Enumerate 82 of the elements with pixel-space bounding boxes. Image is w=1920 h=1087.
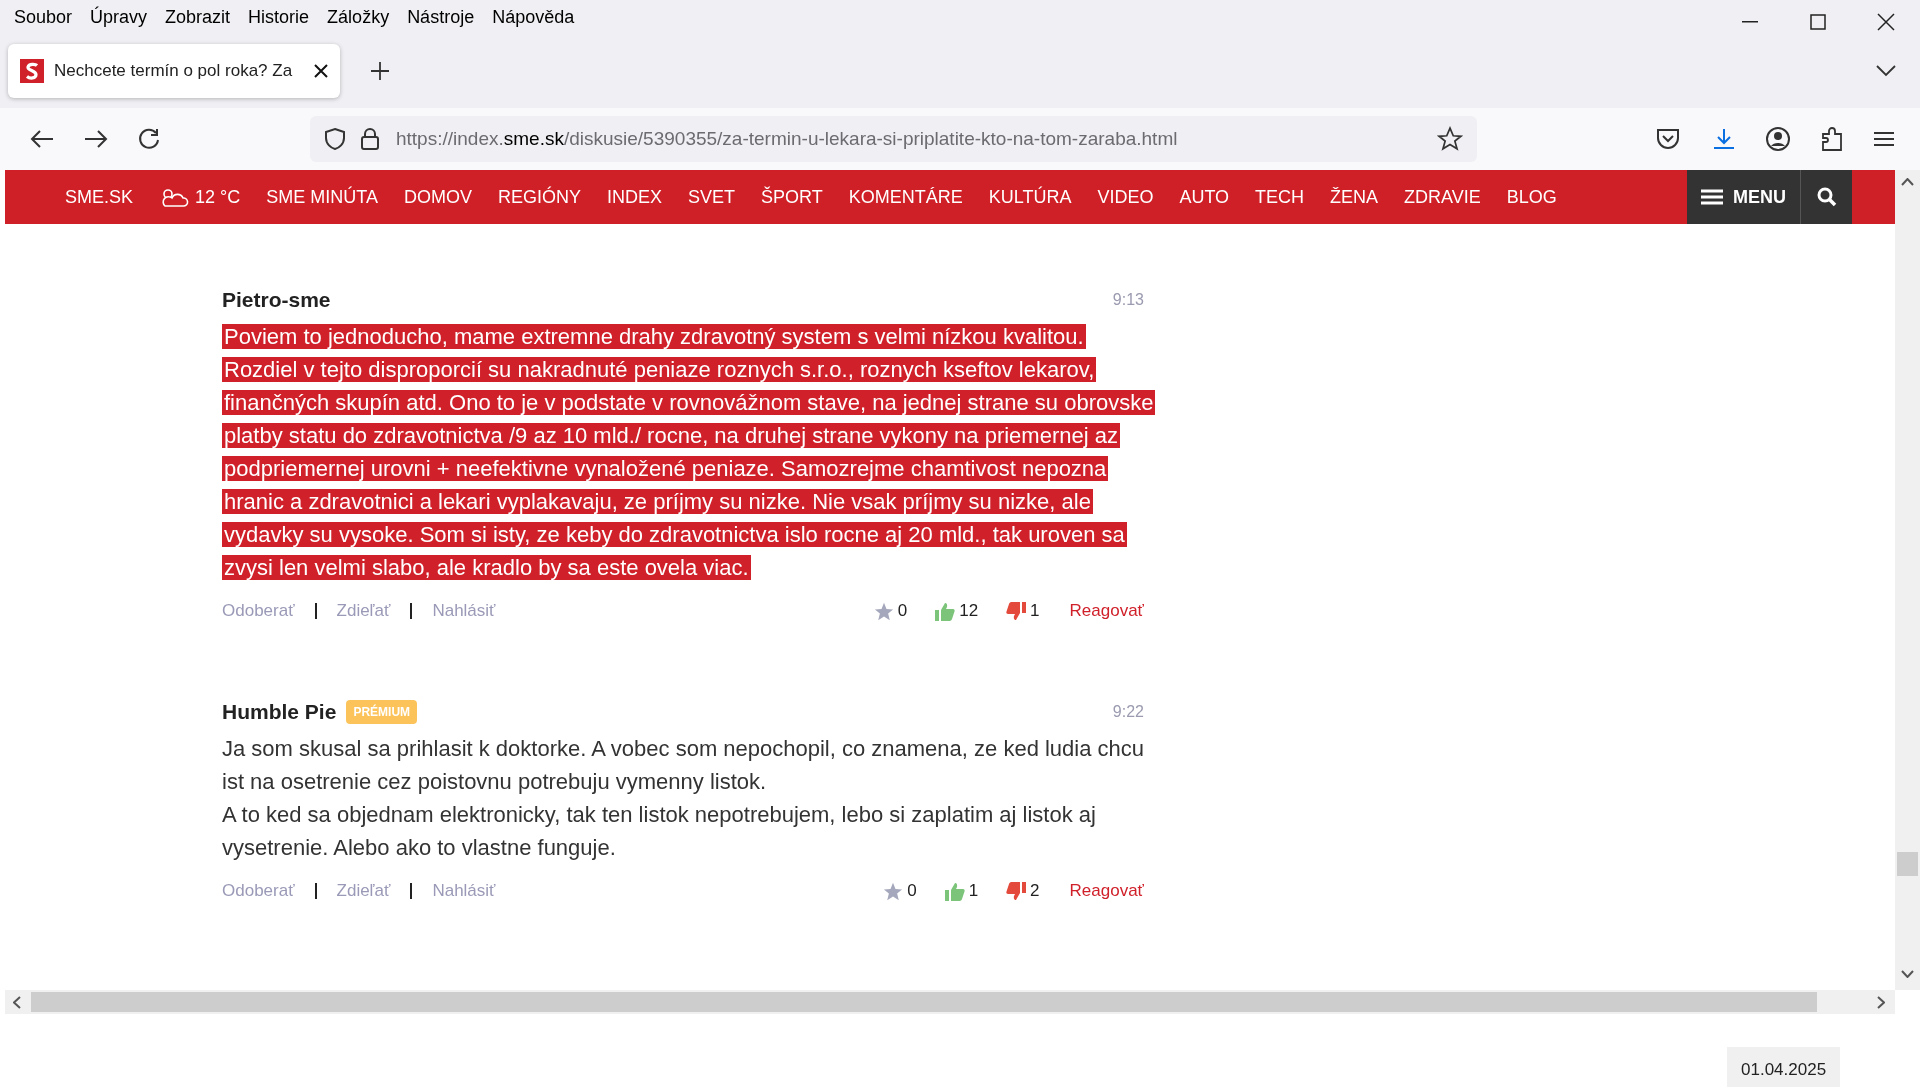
comment-action-link[interactable]: Odoberať [222, 598, 295, 624]
tab-title: Nechcete termín o pol roka? Za [54, 60, 294, 83]
scrollbar-thumb[interactable] [31, 992, 1817, 1012]
forward-icon[interactable] [84, 129, 108, 149]
star-icon [873, 601, 894, 621]
nav-link[interactable]: ŽENA [1330, 183, 1379, 211]
menu-item[interactable]: Záložky [327, 3, 390, 31]
chevron-down-icon[interactable] [1876, 65, 1896, 77]
shield-icon [324, 127, 346, 151]
rating-button[interactable]: 0 [873, 598, 908, 624]
nav-link[interactable]: SME MINÚTA [266, 183, 378, 211]
address-bar[interactable]: https://index.sme.sk/diskusie/5390355/za-termin-u-lekara-si-priplatite-kto-na-tom-zaraba.html [310, 116, 1477, 162]
nav-link[interactable]: KOMENTÁRE [848, 183, 963, 211]
lock-icon [360, 127, 380, 151]
nav-link[interactable]: ŠPORT [761, 183, 823, 211]
nav-link[interactable]: REGIÓNY [497, 183, 581, 211]
nav-link[interactable]: KULTÚRA [988, 183, 1072, 211]
horizontal-scrollbar[interactable] [5, 990, 1895, 1014]
comment-action-link[interactable]: Zdieľať [336, 598, 391, 624]
comment-time: 9:13 [1112, 290, 1144, 310]
nav-link[interactable]: VIDEO [1097, 183, 1154, 211]
new-tab-icon[interactable] [370, 61, 390, 81]
premium-badge: PRÉMIUM [346, 700, 418, 724]
close-tab-icon[interactable] [314, 64, 328, 78]
reload-icon[interactable] [138, 128, 160, 150]
scrollbar-thumb[interactable] [1897, 852, 1918, 876]
thumbs-down-icon [1006, 601, 1027, 621]
temperature: 12 °C [195, 185, 241, 209]
menu-item[interactable]: Nápověda [492, 3, 575, 31]
comment-action-link[interactable]: Odoberať [222, 878, 295, 904]
search-icon [1816, 187, 1837, 207]
nav-link[interactable]: ZDRAVIE [1404, 183, 1481, 211]
menu-item[interactable]: Úpravy [90, 3, 148, 31]
maximize-icon [1810, 14, 1826, 30]
menu-item[interactable]: Historie [248, 3, 310, 31]
comment-text: Ja som skusal sa prihlasit k doktorke. A vobec som nepochopil, co znamena, ze ked ludia chcu ist na osetrenie cez poistovnu potrebuju vymenny listok. A to ked sa objednam elektronicky, tak ten listok nepotrebujem, lebo si zaplatim aj listok aj vysetrenie. Alebo ako to vlastne funguje. [222, 735, 1146, 862]
nav-link[interactable]: INDEX [606, 183, 662, 211]
menu-icon [1701, 189, 1723, 205]
search-button[interactable] [1800, 170, 1852, 224]
dislike-button[interactable]: 2 [1006, 878, 1040, 904]
download-icon[interactable] [1712, 127, 1736, 151]
account-icon[interactable] [1765, 126, 1791, 152]
nav-link[interactable]: SME.SK [65, 183, 134, 211]
menu-button[interactable]: MENU [1687, 170, 1800, 224]
comment-author[interactable]: Humble Pie [222, 696, 337, 728]
nav-link[interactable]: TECH [1255, 183, 1305, 211]
nav-link[interactable]: SVET [688, 183, 735, 211]
url-text: https://index.sme.sk/diskusie/5390355/za-termin-u-lekara-si-priplatite-kto-na-tom-zaraba.html [396, 126, 1179, 151]
reply-link[interactable]: Reagovať [1069, 598, 1144, 624]
rating-button[interactable]: 0 [883, 878, 917, 904]
nav-link[interactable]: AUTO [1179, 183, 1230, 211]
comment-action-link[interactable]: Nahlásiť [432, 598, 496, 624]
extensions-icon[interactable] [1820, 126, 1844, 152]
vertical-scrollbar[interactable] [1895, 170, 1920, 990]
comment-author[interactable]: Pietro-sme [222, 284, 331, 316]
menu-item[interactable]: Soubor [14, 3, 73, 31]
comment-action-link[interactable]: Nahlásiť [432, 878, 496, 904]
close-icon [1877, 13, 1895, 31]
back-icon[interactable] [30, 129, 54, 149]
comment-action-link[interactable]: Zdieľať [336, 878, 391, 904]
like-button[interactable]: 1 [944, 878, 979, 904]
like-button[interactable]: 12 [935, 598, 979, 624]
comment-time: 9:22 [1112, 702, 1144, 722]
reply-link[interactable]: Reagovať [1069, 878, 1144, 904]
thumbs-down-icon [1006, 881, 1027, 901]
menu-item[interactable]: Zobrazit [165, 3, 231, 31]
dislike-button[interactable]: 1 [1006, 598, 1040, 624]
thumbs-up-icon [935, 601, 956, 621]
star-icon[interactable] [1437, 126, 1463, 152]
nav-link[interactable]: BLOG [1506, 183, 1557, 211]
pocket-icon[interactable] [1656, 128, 1680, 150]
minimize-icon [1742, 21, 1758, 23]
thumbs-up-icon [944, 881, 965, 901]
cloud-sun-icon [159, 186, 190, 208]
star-icon [883, 881, 904, 901]
nav-link[interactable]: DOMOV [403, 183, 472, 211]
menu-icon[interactable] [1874, 131, 1894, 147]
comment-text: Poviem to jednoducho, mame extremne drahy zdravotný system s velmi nízkou kvalitou. Rozdiel v tejto disproporcií su nakradnuté peniaze roznych s.r.o., roznych kseftov lekarov, finančných skupín atd. Ono to je v podstate v rovnovážnom stave, na jednej strane su obrovske platby statu do zdravotnictva /9 az 10 mld./ rocne, na druhej strane vykony na priemernej az podpriemernej urovni + neefektivne vynaložené peniaze. Samozrejme chamtivost nepozna hranic a zdravotnici a lekari vyplakavaju, ze príjmy su nizke. Nie vsak príjmy su nizke, ale vydavky su vysoke. Som si isty, ze keby do zdravotnictva islo rocne aj 20 mld., tak uroven sa zvysi len velmi slabo, ale kradlo by sa este ovela viac. [222, 323, 1157, 582]
date-label: 01.04.2025 [1727, 1047, 1841, 1087]
site-logo-icon [20, 59, 44, 83]
menu-item[interactable]: Nástroje [407, 3, 475, 31]
browser-tab[interactable]: Nechcete termín o pol roka? Za [8, 44, 340, 98]
